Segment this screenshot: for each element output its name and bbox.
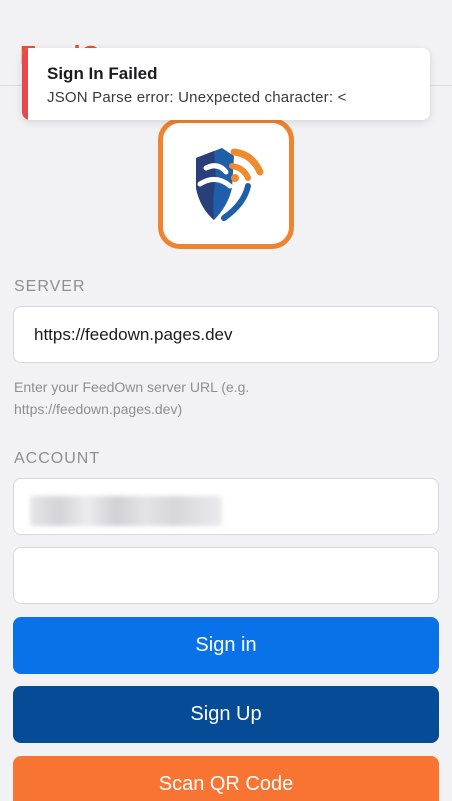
feedown-logo-icon (196, 148, 264, 221)
server-section-label: SERVER (14, 278, 86, 295)
redacted-email-text (30, 496, 222, 526)
scan-qr-code-button[interactable]: Scan QR Code (13, 756, 439, 801)
toast-error-accent (22, 48, 28, 120)
server-url-input[interactable] (13, 306, 439, 363)
password-input[interactable] (13, 547, 439, 604)
toast-title: Sign In Failed (47, 64, 158, 83)
sign-in-button[interactable]: Sign in (13, 617, 439, 674)
account-section-label: ACCOUNT (14, 450, 101, 467)
server-url-hint: Enter your FeedOwn server URL (e.g. http… (14, 379, 250, 417)
sign-up-button[interactable]: Sign Up (13, 686, 439, 743)
sign-in-screen: FeedO SERVER Enter your FeedOwn server U… (0, 0, 452, 801)
toast-message: JSON Parse error: Unexpected character: … (47, 89, 347, 106)
app-logo (158, 118, 294, 249)
error-toast[interactable]: Sign In Failed JSON Parse error: Unexpec… (22, 48, 430, 120)
